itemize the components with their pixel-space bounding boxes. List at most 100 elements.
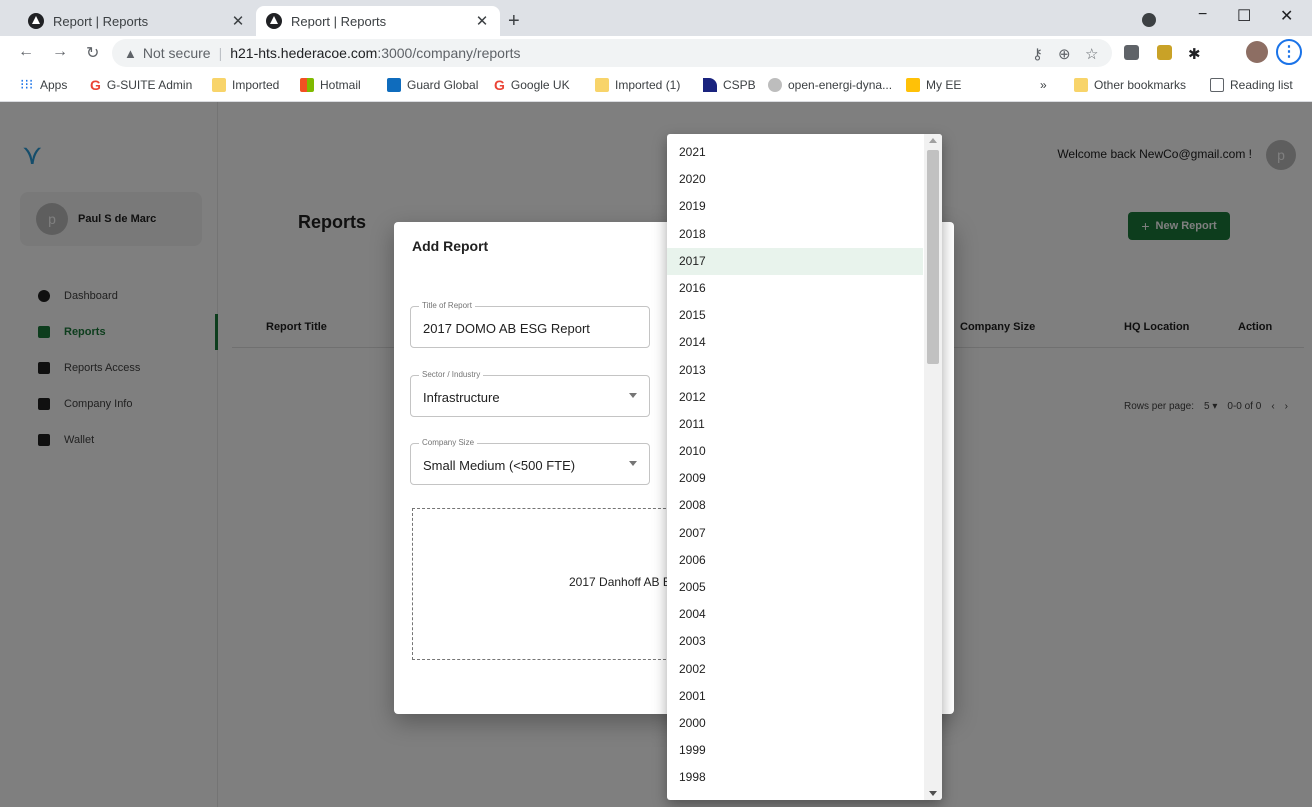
bookmark-label: Imported (1) bbox=[615, 78, 681, 92]
bookmark-label: CSPB bbox=[723, 78, 756, 92]
year-option[interactable]: 2015 bbox=[667, 302, 923, 329]
forward-arrow-icon[interactable]: → bbox=[52, 43, 68, 61]
year-option[interactable]: 2021 bbox=[667, 139, 923, 166]
year-option[interactable]: 1999 bbox=[667, 737, 923, 764]
company-size-select[interactable]: Company Size Small Medium (<500 FTE) bbox=[410, 438, 650, 485]
minimize-button[interactable]: − bbox=[1198, 6, 1207, 24]
google-icon: G bbox=[90, 77, 101, 93]
bookmark-hotmail[interactable]: Hotmail bbox=[300, 78, 361, 92]
extensions-puzzle-icon[interactable]: ✱ bbox=[1188, 45, 1201, 63]
year-option[interactable]: 2020 bbox=[667, 166, 923, 193]
year-option[interactable]: 2004 bbox=[667, 601, 923, 628]
year-option[interactable]: 2018 bbox=[667, 221, 923, 248]
bookmarks-overflow-button[interactable]: » bbox=[1040, 78, 1047, 92]
bookmark-guard-global[interactable]: Guard Global bbox=[387, 78, 478, 92]
bookmark-google-uk[interactable]: G Google UK bbox=[494, 78, 570, 92]
bookmark-label: Google UK bbox=[510, 78, 570, 92]
year-option[interactable]: 2007 bbox=[667, 520, 923, 547]
url-path: :3000/company/reports bbox=[377, 45, 521, 61]
cspb-icon bbox=[703, 78, 717, 92]
bookmark-gsuite[interactable]: G G-SUITE Admin bbox=[90, 78, 192, 92]
scroll-up-icon[interactable] bbox=[929, 138, 937, 143]
bookmark-my-ee[interactable]: My EE bbox=[906, 78, 961, 92]
bookmark-imported[interactable]: Imported bbox=[212, 78, 279, 92]
new-tab-button[interactable]: + bbox=[508, 10, 520, 33]
browser-toolbar: ← → ↻ ▲ Not secure | h21-hts.hederacoe.c… bbox=[0, 36, 1312, 70]
bookmark-label: Guard Global bbox=[407, 78, 479, 92]
browser-tab-strip: Report | Reports ✕ Report | Reports ✕ + … bbox=[0, 0, 1312, 36]
outlook-icon bbox=[387, 78, 401, 92]
dropzone-filename: 2017 Danhoff AB E bbox=[569, 575, 671, 589]
scroll-down-icon[interactable] bbox=[929, 791, 937, 796]
tab-close-icon[interactable]: ✕ bbox=[474, 12, 490, 30]
scrollbar-thumb[interactable] bbox=[927, 150, 939, 364]
tab-close-icon[interactable]: ✕ bbox=[230, 12, 246, 30]
key-icon[interactable]: ⚷ bbox=[1032, 45, 1043, 63]
year-option[interactable]: 2012 bbox=[667, 384, 923, 411]
apps-grid-icon: ⁝⁝⁝ bbox=[20, 76, 34, 92]
chrome-profile-icon[interactable] bbox=[1142, 13, 1156, 27]
field-label: Sector / Industry bbox=[419, 370, 484, 379]
year-option[interactable]: 2006 bbox=[667, 547, 923, 574]
year-option[interactable]: 2014 bbox=[667, 329, 923, 356]
reload-icon[interactable]: ↻ bbox=[86, 43, 99, 63]
year-option[interactable]: 2011 bbox=[667, 411, 923, 438]
bookmark-label: Reading list bbox=[1230, 78, 1293, 92]
browser-tab-active[interactable]: Report | Reports ✕ bbox=[256, 6, 500, 36]
back-arrow-icon[interactable]: ← bbox=[18, 43, 34, 61]
bookmark-imported-1[interactable]: Imported (1) bbox=[595, 78, 680, 92]
year-option[interactable]: 2013 bbox=[667, 357, 923, 384]
bookmark-label: open-energi-dyna... bbox=[788, 78, 893, 92]
address-bar[interactable]: ▲ Not secure | h21-hts.hederacoe.com:300… bbox=[112, 39, 1112, 67]
extension-icon[interactable] bbox=[1124, 45, 1139, 60]
bookmarks-bar: ⁝⁝⁝ Apps G G-SUITE Admin Imported Hotmail … bbox=[0, 70, 1312, 102]
bookmark-cspb[interactable]: CSPB bbox=[703, 78, 756, 92]
listbox-scrollbar[interactable] bbox=[924, 134, 942, 800]
year-option[interactable]: 2008 bbox=[667, 492, 923, 519]
field-value: Small Medium (<500 FTE) bbox=[423, 458, 576, 473]
year-option[interactable]: 1998 bbox=[667, 764, 923, 791]
bookmark-star-icon[interactable]: ☆ bbox=[1085, 45, 1098, 63]
toggle-icon bbox=[768, 78, 782, 92]
year-option[interactable]: 2017 bbox=[667, 247, 923, 275]
dialog-title: Add Report bbox=[412, 238, 489, 254]
url-host: h21-hts.hederacoe.com bbox=[230, 45, 378, 61]
year-option[interactable]: 2005 bbox=[667, 574, 923, 601]
warning-icon: ▲ bbox=[124, 45, 137, 61]
bookmark-label: Other bookmarks bbox=[1094, 78, 1187, 92]
bookmark-open-energi[interactable]: open-energi-dyna... bbox=[768, 78, 892, 92]
year-option[interactable]: 2002 bbox=[667, 656, 923, 683]
chrome-menu-icon[interactable]: ⋮ bbox=[1276, 39, 1302, 65]
reading-list[interactable]: Reading list bbox=[1210, 78, 1293, 92]
year-option[interactable]: 2019 bbox=[667, 193, 923, 220]
bookmark-apps[interactable]: ⁝⁝⁝ Apps bbox=[20, 76, 68, 92]
title-of-report-field[interactable]: Title of Report 2017 DOMO AB ESG Report bbox=[410, 301, 650, 348]
year-listbox[interactable]: 2021 2020 2019 2018 2017 2016 2015 2014 2013 2012… bbox=[667, 134, 942, 800]
field-value[interactable]: 2017 DOMO AB ESG Report bbox=[423, 321, 590, 336]
bookmark-label: Apps bbox=[40, 78, 68, 92]
security-status[interactable]: Not secure bbox=[143, 45, 211, 61]
year-option[interactable]: 2010 bbox=[667, 438, 923, 465]
browser-tab[interactable]: Report | Reports ✕ bbox=[18, 6, 256, 36]
bookmark-label: My EE bbox=[926, 78, 962, 92]
tab-title: Report | Reports bbox=[53, 13, 149, 29]
year-option[interactable]: 2001 bbox=[667, 683, 923, 710]
year-option[interactable]: 2003 bbox=[667, 628, 923, 655]
close-window-button[interactable]: ✕ bbox=[1280, 6, 1293, 26]
year-option[interactable]: 2000 bbox=[667, 710, 923, 737]
reading-list-icon bbox=[1210, 78, 1224, 92]
other-bookmarks[interactable]: Other bookmarks bbox=[1074, 78, 1186, 92]
chevron-down-icon bbox=[629, 393, 637, 398]
microsoft-icon bbox=[300, 78, 314, 92]
site-favicon-icon bbox=[266, 13, 282, 29]
google-icon: G bbox=[494, 77, 505, 93]
profile-avatar[interactable] bbox=[1246, 41, 1268, 63]
zoom-icon[interactable]: ⊕ bbox=[1058, 45, 1071, 63]
sector-industry-select[interactable]: Sector / Industry Infrastructure bbox=[410, 370, 650, 417]
year-options: 2021 2020 2019 2018 2017 2016 2015 2014 2013 2012… bbox=[667, 139, 923, 792]
year-option[interactable]: 2016 bbox=[667, 275, 923, 302]
year-option[interactable]: 2009 bbox=[667, 465, 923, 492]
maximize-button[interactable]: ☐ bbox=[1237, 6, 1251, 26]
extension-icon[interactable] bbox=[1157, 45, 1172, 60]
bookmark-label: G-SUITE Admin bbox=[106, 78, 193, 92]
